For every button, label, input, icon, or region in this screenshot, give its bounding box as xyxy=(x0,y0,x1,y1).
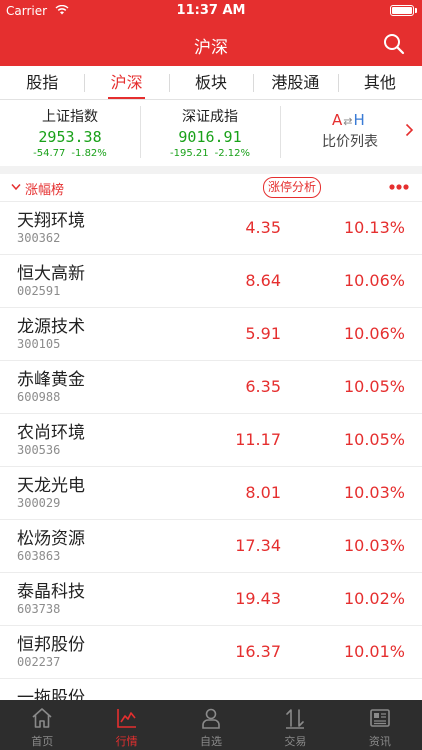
stock-price: 11.17 xyxy=(235,430,281,449)
stock-code: 300105 xyxy=(17,337,61,351)
index-name: 上证指数 xyxy=(42,109,98,125)
tabbar-item-market[interactable]: 行情 xyxy=(84,700,168,750)
stock-code: 002591 xyxy=(17,284,61,298)
chevron-right-icon xyxy=(405,123,414,137)
nav-bar: 沪深 xyxy=(0,22,422,66)
stock-name: 赤峰黄金 xyxy=(17,370,85,390)
index-name: 深证成指 xyxy=(182,109,238,125)
stock-price: 8.64 xyxy=(245,271,281,290)
stock-change-percent: 10.01% xyxy=(343,642,405,661)
bottom-tab-bar: 首页 行情 自选 交易 资讯 xyxy=(0,700,422,750)
section-title[interactable]: 涨幅榜 xyxy=(25,179,64,198)
stock-name: 恒邦股份 xyxy=(17,635,85,655)
stock-change-percent: 10.03% xyxy=(343,483,405,502)
stock-name: 泰晶科技 xyxy=(17,582,85,602)
tab-other[interactable]: 其他 xyxy=(337,66,422,99)
index-value: 9016.91 xyxy=(178,128,242,146)
tabbar-item-watchlist[interactable]: 自选 xyxy=(169,700,253,750)
stock-price: 6.35 xyxy=(245,377,281,396)
stock-name: 天龙光电 xyxy=(17,476,85,496)
stock-code: 300362 xyxy=(17,231,61,245)
index-percent: -2.12% xyxy=(214,148,250,159)
stock-row[interactable]: 农尚环境 300536 11.17 10.05% xyxy=(0,414,422,467)
stock-row[interactable]: 赤峰黄金 600988 6.35 10.05% xyxy=(0,361,422,414)
stock-price: 8.01 xyxy=(245,483,281,502)
stock-row[interactable]: 泰晶科技 603738 19.43 10.02% xyxy=(0,573,422,626)
tab-hk-connect[interactable]: 港股通 xyxy=(253,66,337,99)
market-tabs: 股指 沪深 板块 港股通 其他 xyxy=(0,66,422,100)
news-icon xyxy=(370,709,390,727)
stock-price: 5.91 xyxy=(245,324,281,343)
chevron-down-icon[interactable] xyxy=(11,183,21,191)
stock-change-percent: 10.05% xyxy=(343,430,405,449)
stock-code: 600988 xyxy=(17,390,61,404)
index-value: 2953.38 xyxy=(38,128,102,146)
stock-row[interactable]: 松炀资源 603863 17.34 10.03% xyxy=(0,520,422,573)
tab-shanghai-shenzhen[interactable]: 沪深 xyxy=(84,66,168,99)
stock-code: 300029 xyxy=(17,496,61,510)
status-bar: Carrier 11:37 AM xyxy=(0,0,422,22)
ah-compare-label: 比价列表 xyxy=(322,134,378,150)
stock-row[interactable]: 龙源技术 300105 5.91 10.06% xyxy=(0,308,422,361)
stock-code: 300536 xyxy=(17,443,61,457)
stock-row[interactable]: 恒邦股份 002237 16.37 10.01% xyxy=(0,626,422,679)
trade-arrows-icon xyxy=(286,709,305,729)
tab-index[interactable]: 股指 xyxy=(0,66,84,99)
search-icon[interactable] xyxy=(382,32,406,56)
tabbar-item-home[interactable]: 首页 xyxy=(0,700,84,750)
stock-change-percent: 10.06% xyxy=(343,271,405,290)
stock-price: 4.35 xyxy=(245,218,281,237)
ah-compare-button[interactable]: A⇄H 比价列表 xyxy=(280,100,422,166)
tabbar-item-news[interactable]: 资讯 xyxy=(338,700,422,750)
stock-row[interactable]: 天龙光电 300029 8.01 10.03% xyxy=(0,467,422,520)
user-icon xyxy=(202,708,220,729)
stock-change-percent: 10.02% xyxy=(343,589,405,608)
index-summary: 上证指数 2953.38 -54.77 -1.82% 深证成指 9016.91 -… xyxy=(0,100,422,174)
stock-code: 002237 xyxy=(17,655,61,669)
stock-name: 天翔环境 xyxy=(17,211,85,231)
stock-row[interactable]: 恒大高新 002591 8.64 10.06% xyxy=(0,255,422,308)
stock-change-percent: 10.06% xyxy=(343,324,405,343)
active-tab-indicator xyxy=(108,97,145,99)
stock-price: 16.37 xyxy=(235,642,281,661)
tab-sectors[interactable]: 板块 xyxy=(168,66,253,99)
stock-code: 603738 xyxy=(17,602,61,616)
page-title: 沪深 xyxy=(194,38,228,58)
stock-name: 一拖股份 xyxy=(17,688,85,700)
index-change: -195.21 xyxy=(170,148,209,159)
stock-row[interactable]: 天翔环境 300362 4.35 10.13% xyxy=(0,202,422,255)
stock-name: 农尚环境 xyxy=(17,423,85,443)
index-change: -54.77 xyxy=(33,148,66,159)
stock-price: 19.43 xyxy=(235,589,281,608)
tabbar-item-trade[interactable]: 交易 xyxy=(253,700,337,750)
clock: 11:37 AM xyxy=(176,3,246,18)
stock-name: 松炀资源 xyxy=(17,529,85,549)
stock-change-percent: 10.03% xyxy=(343,536,405,555)
stock-price: 17.34 xyxy=(235,536,281,555)
index-card-shanghai[interactable]: 上证指数 2953.38 -54.77 -1.82% xyxy=(0,100,140,166)
gainers-section-header: 涨幅榜 涨停分析 xyxy=(0,174,422,202)
stock-change-percent: 10.13% xyxy=(343,218,405,237)
stock-row[interactable]: 一拖股份 xyxy=(0,679,422,700)
index-percent: -1.82% xyxy=(71,148,107,159)
index-card-shenzhen[interactable]: 深证成指 9016.91 -195.21 -2.12% xyxy=(140,100,280,166)
stock-change-percent: 10.05% xyxy=(343,377,405,396)
stock-code: 603863 xyxy=(17,549,61,563)
limit-up-analysis-button[interactable]: 涨停分析 xyxy=(263,177,322,198)
battery-icon xyxy=(390,5,417,16)
home-icon xyxy=(32,708,52,728)
more-icon[interactable] xyxy=(388,182,410,192)
market-chart-icon xyxy=(116,709,136,728)
stock-name: 恒大高新 xyxy=(17,264,85,284)
stock-list: 天翔环境 300362 4.35 10.13% 恒大高新 002591 8.64… xyxy=(0,202,422,700)
stock-name: 龙源技术 xyxy=(17,317,85,337)
ah-logo-icon: A⇄H xyxy=(332,111,366,129)
